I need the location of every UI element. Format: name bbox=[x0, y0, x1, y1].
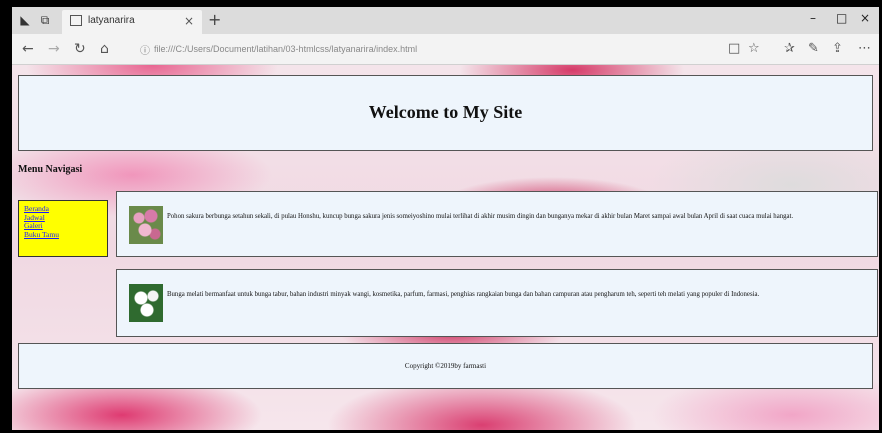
home-button[interactable]: ⌂ bbox=[100, 41, 109, 57]
favorite-star-icon[interactable]: ☆ bbox=[748, 41, 760, 56]
tab-title: latyanarira bbox=[88, 15, 135, 26]
page-footer: Copyright ©2019by farmasti bbox=[18, 343, 873, 389]
more-icon[interactable]: ⋯ bbox=[858, 41, 871, 56]
minimize-button[interactable]: – bbox=[810, 11, 816, 25]
article-text: Bunga melati bermanfaat untuk bunga tabu… bbox=[167, 291, 760, 298]
forward-button[interactable]: → bbox=[48, 41, 60, 57]
copyright-text: Copyright ©2019by farmasti bbox=[404, 362, 487, 370]
web-notes-icon[interactable]: ✎ bbox=[808, 41, 819, 56]
article-sakura: Pohon sakura berbunga setahun sekali, di… bbox=[116, 191, 878, 257]
menu-link-buku-tamu[interactable]: Buku Tamu bbox=[24, 230, 107, 240]
jasmine-flower-image bbox=[129, 284, 163, 322]
new-tab-button[interactable]: + bbox=[208, 10, 221, 29]
reading-view-icon[interactable]: □ bbox=[728, 41, 740, 56]
page-title: Welcome to My Site bbox=[368, 102, 523, 122]
menu-title: Menu Navigasi bbox=[18, 164, 83, 175]
page-icon bbox=[70, 15, 82, 26]
share-icon[interactable]: ⇪ bbox=[832, 41, 843, 56]
browser-tab[interactable]: latyanarira × bbox=[62, 10, 202, 34]
web-page: Welcome to My Site Menu Navigasi Beranda… bbox=[12, 65, 879, 430]
close-window-button[interactable]: × bbox=[860, 11, 870, 25]
address-bar[interactable]: file:///C:/Users/Document/latihan/03-htm… bbox=[154, 41, 714, 57]
tab-preview-icon[interactable]: ⧉ bbox=[38, 13, 52, 27]
favorites-hub-icon[interactable]: ✰ bbox=[784, 41, 795, 56]
refresh-button[interactable]: ↻ bbox=[74, 41, 86, 57]
sakura-flower-image bbox=[129, 206, 163, 244]
article-melati: Bunga melati bermanfaat untuk bunga tabu… bbox=[116, 269, 878, 337]
maximize-button[interactable]: □ bbox=[836, 11, 847, 25]
back-button[interactable]: ← bbox=[22, 41, 34, 57]
article-text: Pohon sakura berbunga setahun sekali, di… bbox=[167, 213, 794, 220]
page-info-icon[interactable]: ⓘ bbox=[140, 42, 150, 57]
page-header: Welcome to My Site bbox=[18, 75, 873, 151]
navigation-menu: Beranda Jadwal Galeri Buku Tamu bbox=[18, 200, 108, 257]
tab-actions-icon[interactable]: ◣ bbox=[18, 13, 32, 27]
navigation-bar: ← → ↻ ⌂ ⓘ file:///C:/Users/Document/lati… bbox=[12, 34, 879, 65]
title-bar: ◣ ⧉ latyanarira × + – □ × bbox=[12, 7, 879, 34]
browser-window: ◣ ⧉ latyanarira × + – □ × ← → ↻ ⌂ ⓘ file… bbox=[12, 7, 879, 430]
tab-close-icon[interactable]: × bbox=[184, 14, 194, 28]
